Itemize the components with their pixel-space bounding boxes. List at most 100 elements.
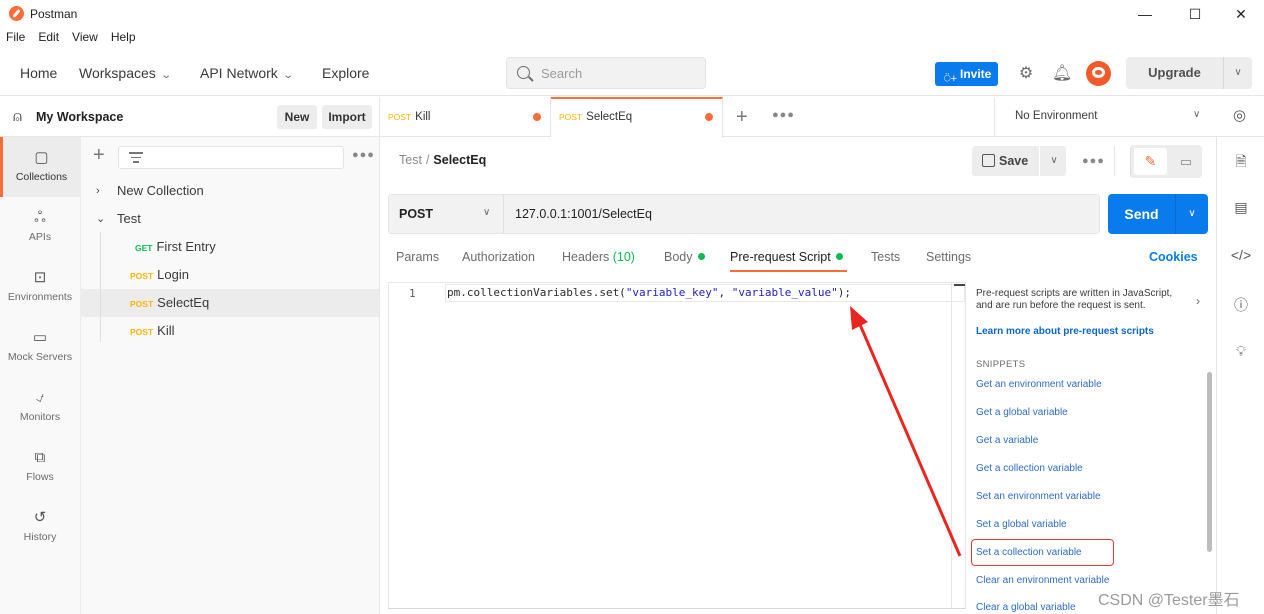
save-label: Save — [999, 154, 1029, 168]
save-button[interactable]: Save — [972, 146, 1040, 176]
unsaved-indicator — [533, 113, 541, 121]
sidebar-item-collections[interactable]: ▢ Collections — [0, 137, 80, 197]
user-icon: ⍝ — [13, 108, 23, 125]
tab-selecteq[interactable]: POST SelectEq — [551, 97, 723, 138]
sidebar-item-apis[interactable]: ஃ APIs — [0, 197, 80, 257]
sidebar-item-mock-servers[interactable]: ▭ Mock Servers — [0, 317, 80, 377]
menu-help[interactable]: Help — [105, 30, 143, 48]
menu-file[interactable]: File — [0, 30, 32, 48]
notifications-bell-icon[interactable]: 🔔︎ — [1050, 62, 1074, 86]
maximize-button[interactable]: ☐ — [1180, 4, 1210, 24]
nav-api-network[interactable]: API Network ⌄ — [200, 65, 294, 81]
pencil-icon[interactable]: ✎ — [1134, 148, 1167, 175]
new-button[interactable]: New — [277, 105, 317, 129]
comment-icon[interactable]: ▭ — [1171, 148, 1201, 175]
snippet-get-collection-variable[interactable]: Get a collection variable — [976, 463, 1083, 474]
close-button[interactable]: ✕ — [1226, 4, 1256, 24]
tab-kill[interactable]: POST Kill — [380, 97, 551, 137]
upgrade-button-group: Upgrade ∨ — [1126, 57, 1252, 89]
sidebar-item-monitors[interactable]: ⍻ Monitors — [0, 377, 80, 437]
import-button[interactable]: Import — [322, 105, 372, 129]
menu-edit[interactable]: Edit — [32, 30, 66, 48]
environment-selector[interactable]: No Environment ∨ ◎ — [994, 97, 1264, 137]
request-item[interactable]: POST Kill — [81, 317, 379, 345]
tab-headers[interactable]: Headers (10) — [562, 250, 635, 264]
snippet-set-environment-variable[interactable]: Set an environment variable — [976, 491, 1101, 502]
watermark: CSDN @Tester墨石 — [1098, 592, 1240, 609]
nav-explore[interactable]: Explore — [322, 65, 369, 81]
tab-authorization[interactable]: Authorization — [462, 250, 535, 264]
sidebar-item-label: Flows — [26, 471, 54, 483]
sidebar-item-history[interactable]: ↺ History — [0, 497, 80, 557]
snippets-scrollbar[interactable] — [1207, 372, 1212, 552]
arrow-head — [850, 306, 868, 330]
menu-view[interactable]: View — [66, 30, 105, 48]
tab-settings[interactable]: Settings — [926, 250, 971, 264]
tab-pre-request-script[interactable]: Pre-request Script — [730, 250, 843, 264]
postman-logo-icon — [9, 6, 24, 21]
upgrade-button[interactable]: Upgrade — [1126, 57, 1224, 89]
minimize-button[interactable]: — — [1130, 4, 1160, 24]
collection-item[interactable]: › New Collection — [81, 177, 379, 205]
comments-icon[interactable]: ▤ — [1229, 199, 1253, 216]
add-collection-icon[interactable]: + — [93, 145, 105, 165]
workspace-name[interactable]: My Workspace — [36, 110, 123, 124]
active-tab-underline — [730, 270, 847, 272]
chevron-right-icon[interactable]: › — [1196, 294, 1200, 308]
snippet-get-variable[interactable]: Get a variable — [976, 435, 1038, 446]
snippet-get-global-variable[interactable]: Get a global variable — [976, 407, 1068, 418]
snippet-get-environment-variable[interactable]: Get an environment variable — [976, 379, 1102, 390]
send-button[interactable]: Send — [1108, 194, 1176, 234]
nav-workspaces-label: Workspaces — [79, 65, 156, 81]
request-item[interactable]: POST Login — [81, 261, 379, 289]
code-icon[interactable]: </> — [1229, 247, 1253, 263]
chevron-down-icon[interactable]: ∨ — [1224, 57, 1252, 89]
snippet-clear-environment-variable[interactable]: Clear an environment variable — [976, 575, 1109, 586]
menu-bar: File Edit View Help — [0, 30, 143, 48]
tab-params[interactable]: Params — [396, 250, 439, 264]
snippet-set-global-variable[interactable]: Set a global variable — [976, 519, 1067, 530]
sidebar-item-label: Environments — [7, 291, 73, 303]
more-tabs-icon[interactable]: ●●● — [772, 109, 795, 121]
lightbulb-icon[interactable]: 💡︎ — [1229, 343, 1253, 360]
nav-home-label: Home — [20, 65, 58, 81]
snippet-clear-global-variable[interactable]: Clear a global variable — [976, 602, 1076, 613]
chevron-down-icon[interactable]: ∨ — [1176, 194, 1208, 234]
url-bar: POST ∨ 127.0.0.1:1001/SelectEq — [388, 194, 1100, 234]
new-tab-icon[interactable]: + — [736, 106, 748, 129]
collection-filter-input[interactable] — [118, 146, 344, 169]
info-icon[interactable]: ⓘ — [1229, 295, 1253, 315]
chevron-down-icon[interactable]: ∨ — [1042, 146, 1066, 176]
collection-item[interactable]: ⌄ Test — [81, 205, 379, 233]
request-item[interactable]: GET First Entry — [81, 233, 379, 261]
eye-icon[interactable]: ◎ — [1233, 106, 1246, 124]
invite-button[interactable]: ⍥+ Invite — [935, 62, 998, 86]
more-options-icon[interactable]: ●●● — [352, 149, 375, 161]
sidebar-item-environments[interactable]: ⊡ Environments — [0, 257, 80, 317]
breadcrumb-current[interactable]: SelectEq — [433, 153, 486, 167]
url-input[interactable]: 127.0.0.1:1001/SelectEq — [515, 207, 652, 221]
method-value: POST — [399, 207, 434, 221]
nav-workspaces[interactable]: Workspaces ⌄ — [79, 65, 172, 81]
headers-count: (10) — [612, 250, 635, 264]
method-badge: POST — [559, 112, 583, 122]
sidebar-item-label: Monitors — [19, 411, 61, 423]
snippets-heading: SNIPPETS — [976, 359, 1026, 370]
request-item[interactable]: POST SelectEq — [81, 289, 379, 317]
tab-tests[interactable]: Tests — [871, 250, 900, 264]
more-options-icon[interactable]: ●●● — [1082, 155, 1105, 167]
sidebar-item-flows[interactable]: ⧉ Flows — [0, 437, 80, 497]
tab-label: Kill — [415, 111, 431, 123]
code-string: "variable_value" — [731, 286, 838, 299]
nav-home[interactable]: Home — [20, 65, 57, 81]
breadcrumb-parent[interactable]: Test — [399, 153, 422, 167]
title-bar: Postman — ☐ ✕ — [0, 0, 1264, 28]
cookies-link[interactable]: Cookies — [1149, 250, 1198, 264]
tab-body[interactable]: Body — [664, 250, 705, 264]
avatar[interactable] — [1086, 61, 1111, 86]
settings-icon[interactable]: ⚙ — [1014, 62, 1038, 86]
search-input[interactable]: Search — [506, 57, 706, 89]
learn-more-link[interactable]: Learn more about pre-request scripts — [976, 326, 1154, 337]
documentation-icon[interactable]: 🗎︎ — [1229, 151, 1253, 175]
method-select[interactable]: POST ∨ — [389, 195, 504, 233]
